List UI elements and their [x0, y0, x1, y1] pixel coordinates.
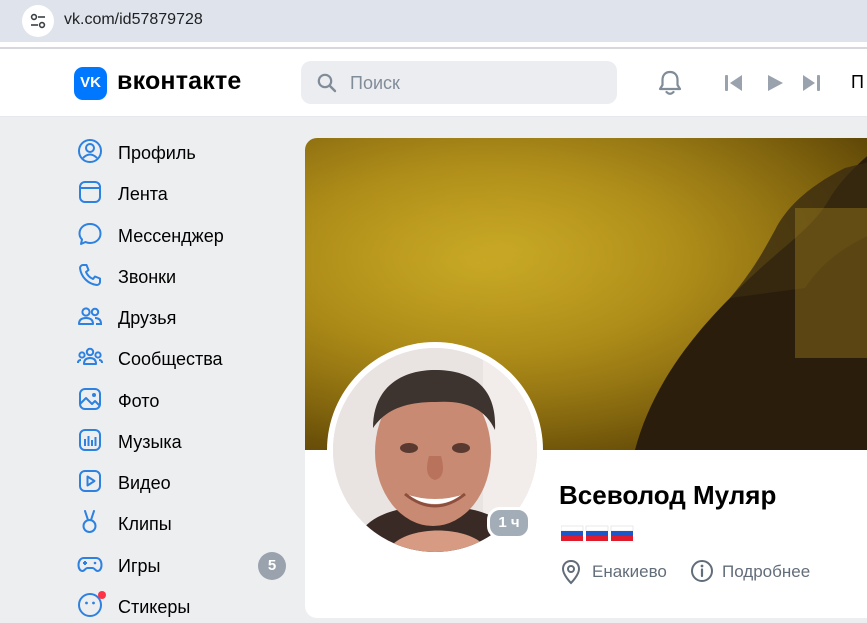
- browser-address-bar: vk.com/id57879728: [0, 0, 867, 42]
- sidebar-item-feed[interactable]: Лента: [76, 176, 290, 210]
- search-placeholder: Поиск: [350, 73, 400, 93]
- sidebar-item-friends[interactable]: Друзья: [76, 300, 290, 334]
- sidebar-item-photo[interactable]: Фото: [76, 383, 290, 417]
- profile-icon: [78, 139, 102, 163]
- sidebar-item-stickers[interactable]: Стикеры: [76, 589, 290, 623]
- sidebar-item-label: Друзья: [118, 308, 177, 328]
- russia-flag-icon: [560, 525, 584, 541]
- vk-logo-icon[interactable]: VK: [74, 67, 107, 100]
- search-input[interactable]: Поиск: [301, 61, 617, 104]
- sidebar-item-label: Клипы: [118, 514, 172, 534]
- site-settings-icon[interactable]: [22, 5, 54, 37]
- music-icon: [79, 429, 101, 451]
- online-time-badge: 1 ч: [487, 507, 531, 539]
- russia-flag-icon: [585, 525, 609, 541]
- top-header: VK вконтакте Поиск П: [0, 49, 867, 117]
- sidebar-item-messenger[interactable]: Мессенджер: [76, 218, 290, 252]
- feed-icon: [79, 181, 101, 203]
- sidebar-item-profile[interactable]: Профиль: [76, 135, 290, 169]
- brand-name[interactable]: вконтакте: [117, 67, 242, 96]
- sidebar-item-music[interactable]: Музыка: [76, 424, 290, 458]
- more-details-link[interactable]: Подробнее: [722, 562, 810, 582]
- sidebar-item-label: Фото: [118, 391, 160, 411]
- communities-icon: [77, 347, 103, 365]
- sidebar-item-label: Мессенджер: [118, 226, 224, 246]
- next-track-icon[interactable]: [801, 74, 821, 92]
- city-label[interactable]: Енакиево: [592, 562, 667, 582]
- sidebar-item-video[interactable]: Видео: [76, 465, 290, 499]
- sidebar-nav: Профиль Лента Мессенджер Звонки Друзья С…: [0, 117, 300, 617]
- russia-flag-icon: [610, 525, 634, 541]
- profile-card: 1 ч Всеволод Муляр Енакиево Подробнее: [305, 138, 867, 618]
- sidebar-item-label: Профиль: [118, 143, 196, 163]
- bell-icon[interactable]: [656, 69, 684, 97]
- sidebar-item-communities[interactable]: Сообщества: [76, 341, 290, 375]
- info-icon: [691, 560, 713, 582]
- header-cut-text[interactable]: П: [851, 72, 864, 93]
- sidebar-item-label: Игры: [118, 556, 161, 576]
- phone-icon: [79, 264, 101, 286]
- photo-icon: [79, 388, 101, 410]
- friends-icon: [78, 307, 103, 325]
- notification-dot: [98, 591, 106, 599]
- previous-track-icon[interactable]: [724, 74, 744, 92]
- games-count-badge: 5: [258, 552, 286, 580]
- url-text[interactable]: vk.com/id57879728: [64, 11, 203, 29]
- sidebar-item-calls[interactable]: Звонки: [76, 259, 290, 293]
- sidebar-item-label: Видео: [118, 473, 171, 493]
- sidebar-item-clips[interactable]: Клипы: [76, 506, 290, 540]
- sidebar-item-games[interactable]: Игры 5: [76, 548, 290, 582]
- games-icon: [77, 557, 103, 572]
- messenger-icon: [78, 223, 102, 245]
- play-icon[interactable]: [766, 74, 784, 92]
- sidebar-item-label: Стикеры: [118, 597, 191, 617]
- sidebar-item-label: Сообщества: [118, 349, 223, 369]
- clips-icon: [82, 510, 97, 533]
- location-icon: [561, 559, 581, 585]
- sidebar-item-label: Звонки: [118, 267, 177, 287]
- video-icon: [79, 470, 101, 492]
- sidebar-item-label: Музыка: [118, 432, 182, 452]
- sidebar-item-label: Лента: [118, 184, 168, 204]
- search-icon: [317, 73, 337, 93]
- flags-status: [560, 523, 637, 550]
- profile-name: Всеволод Муляр: [559, 480, 777, 510]
